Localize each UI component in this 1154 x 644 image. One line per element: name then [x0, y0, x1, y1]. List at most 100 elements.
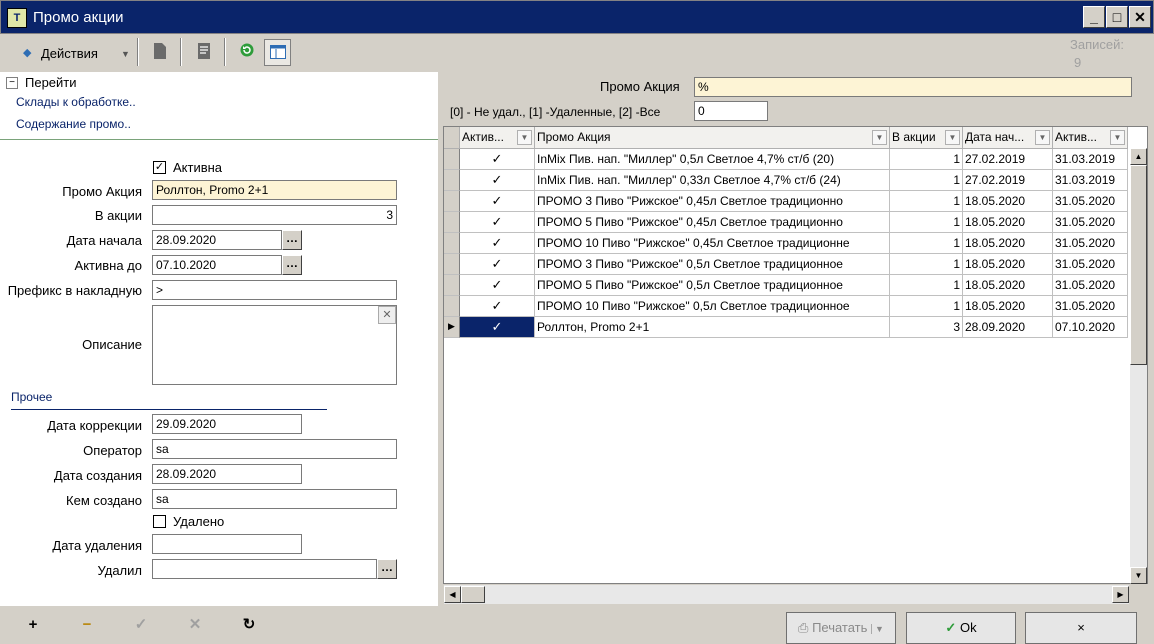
deletion-date-field[interactable] — [152, 534, 302, 554]
vertical-scroll-thumb[interactable] — [1130, 165, 1147, 365]
new-document-button[interactable] — [150, 42, 170, 62]
cell-start-date[interactable]: 27.02.2019 — [963, 149, 1053, 170]
active-checkbox[interactable]: ✓ — [153, 161, 166, 174]
cell-active-until[interactable]: 31.03.2019 — [1053, 170, 1128, 191]
scroll-down-button[interactable]: ▼ — [1130, 567, 1147, 584]
row-indicator[interactable] — [444, 191, 460, 212]
chevron-down-icon[interactable]: ▼ — [871, 624, 884, 634]
start-date-field[interactable]: 28.09.2020 — [152, 230, 282, 250]
correction-date-field[interactable]: 29.09.2020 — [152, 414, 302, 434]
created-date-field[interactable]: 28.09.2020 — [152, 464, 302, 484]
col-header-start-date[interactable]: Дата нач... ▼ — [963, 127, 1053, 149]
cell-promo[interactable]: ПРОМО 3 Пиво "Рижское" 0,5л Светлое трад… — [535, 254, 890, 275]
cell-promo[interactable]: ПРОМО 3 Пиво "Рижское" 0,45л Светлое тра… — [535, 191, 890, 212]
cell-in-promo[interactable]: 1 — [890, 275, 963, 296]
created-by-field[interactable]: sa — [152, 489, 397, 509]
row-indicator[interactable] — [444, 233, 460, 254]
cell-active[interactable]: ✓ — [460, 254, 535, 275]
operator-field[interactable]: sa — [152, 439, 397, 459]
cell-active[interactable]: ✓ — [460, 170, 535, 191]
row-indicator[interactable] — [444, 170, 460, 191]
edit-document-button[interactable] — [194, 42, 214, 62]
deleted-by-picker-button[interactable]: … — [377, 559, 397, 579]
cell-active[interactable]: ✓ — [460, 296, 535, 317]
horizontal-scrollbar[interactable]: ◀ ▶ — [444, 585, 1129, 604]
cell-start-date[interactable]: 18.05.2020 — [963, 191, 1053, 212]
description-field[interactable] — [152, 305, 397, 385]
cell-in-promo[interactable]: 1 — [890, 296, 963, 317]
col-header-in-promo[interactable]: В акции ▼ — [890, 127, 963, 149]
clear-icon[interactable]: ✕ — [378, 306, 396, 324]
in-promo-field[interactable]: 3 — [152, 205, 397, 225]
prefix-field[interactable]: > — [152, 280, 397, 300]
cell-active-until[interactable]: 31.05.2020 — [1053, 212, 1128, 233]
promo-field[interactable]: Роллтон, Promo 2+1 — [152, 180, 397, 200]
horizontal-scroll-thumb[interactable] — [461, 586, 485, 603]
cell-promo[interactable]: ПРОМО 5 Пиво "Рижское" 0,5л Светлое трад… — [535, 275, 890, 296]
cell-active-until[interactable]: 31.05.2020 — [1053, 254, 1128, 275]
active-until-field[interactable]: 07.10.2020 — [152, 255, 282, 275]
start-date-picker-button[interactable]: … — [282, 230, 302, 250]
actions-button[interactable]: ◆ Действия ▼ — [12, 38, 130, 66]
close-button[interactable]: ✕ — [1129, 6, 1151, 28]
scroll-right-button[interactable]: ▶ — [1112, 586, 1129, 603]
print-button[interactable]: ⎙ Печатать ▼ — [786, 612, 896, 644]
cell-promo[interactable]: Роллтон, Promo 2+1 — [535, 317, 890, 338]
cell-active-until[interactable]: 07.10.2020 — [1053, 317, 1128, 338]
cell-start-date[interactable]: 18.05.2020 — [963, 212, 1053, 233]
active-until-picker-button[interactable]: … — [282, 255, 302, 275]
cell-in-promo[interactable]: 1 — [890, 149, 963, 170]
cell-in-promo[interactable]: 1 — [890, 170, 963, 191]
cell-in-promo[interactable]: 1 — [890, 254, 963, 275]
cell-start-date[interactable]: 18.05.2020 — [963, 275, 1053, 296]
collapse-icon[interactable]: − — [6, 77, 18, 89]
filter-icon[interactable]: ▼ — [945, 130, 960, 145]
link-promo-content[interactable]: Содержание промо.. — [16, 117, 131, 131]
minimize-button[interactable]: _ — [1083, 6, 1105, 28]
add-record-button[interactable]: + — [18, 610, 48, 640]
row-indicator[interactable] — [444, 254, 460, 275]
filter-icon[interactable]: ▼ — [872, 130, 887, 145]
cell-in-promo[interactable]: 1 — [890, 212, 963, 233]
col-header-active-until[interactable]: Актив... ▼ — [1053, 127, 1128, 149]
cell-start-date[interactable]: 27.02.2019 — [963, 170, 1053, 191]
cell-start-date[interactable]: 18.05.2020 — [963, 296, 1053, 317]
cancel-button[interactable]: × — [1025, 612, 1137, 644]
save-record-button[interactable]: ✓ — [126, 610, 156, 640]
delete-record-button[interactable]: − — [72, 610, 102, 640]
scroll-up-button[interactable]: ▲ — [1130, 148, 1147, 165]
deleted-checkbox[interactable] — [153, 515, 166, 528]
cell-active[interactable]: ✓ — [460, 212, 535, 233]
vertical-scrollbar[interactable]: ▲ ▼ — [1130, 148, 1147, 584]
refresh-record-button[interactable]: ↻ — [234, 610, 264, 640]
cell-start-date[interactable]: 18.05.2020 — [963, 254, 1053, 275]
cell-in-promo[interactable]: 3 — [890, 317, 963, 338]
cancel-record-button[interactable]: ✕ — [180, 610, 210, 640]
maximize-button[interactable]: □ — [1106, 6, 1128, 28]
cell-active-until[interactable]: 31.03.2019 — [1053, 149, 1128, 170]
filter-icon[interactable]: ▼ — [1035, 130, 1050, 145]
filter-promo-field[interactable]: % — [694, 77, 1132, 97]
filter-icon[interactable]: ▼ — [1110, 130, 1125, 145]
cell-active[interactable]: ✓ — [460, 317, 535, 338]
row-indicator[interactable] — [444, 212, 460, 233]
filter-icon[interactable]: ▼ — [517, 130, 532, 145]
toggle-panel-button[interactable] — [264, 39, 291, 66]
refresh-button[interactable] — [237, 42, 257, 62]
current-row-indicator-icon[interactable]: ▶ — [444, 317, 460, 338]
cell-promo[interactable]: InMix Пив. нап. "Миллер" 0,33л Светлое 4… — [535, 170, 890, 191]
cell-active-until[interactable]: 31.05.2020 — [1053, 275, 1128, 296]
cell-promo[interactable]: InMix Пив. нап. "Миллер" 0,5л Светлое 4,… — [535, 149, 890, 170]
cell-active[interactable]: ✓ — [460, 149, 535, 170]
cell-active[interactable]: ✓ — [460, 233, 535, 254]
scroll-left-button[interactable]: ◀ — [444, 586, 461, 603]
tree-root-label[interactable]: Перейти — [25, 75, 77, 90]
cell-active-until[interactable]: 31.05.2020 — [1053, 296, 1128, 317]
filter-deleted-field[interactable]: 0 — [694, 101, 768, 121]
cell-active[interactable]: ✓ — [460, 191, 535, 212]
cell-promo[interactable]: ПРОМО 10 Пиво "Рижское" 0,5л Светлое тра… — [535, 296, 890, 317]
cell-active-until[interactable]: 31.05.2020 — [1053, 233, 1128, 254]
ok-button[interactable]: ✓ Ok — [906, 612, 1016, 644]
col-header-promo[interactable]: Промо Акция ▼ — [535, 127, 890, 149]
link-warehouses[interactable]: Склады к обработке.. — [16, 95, 136, 109]
